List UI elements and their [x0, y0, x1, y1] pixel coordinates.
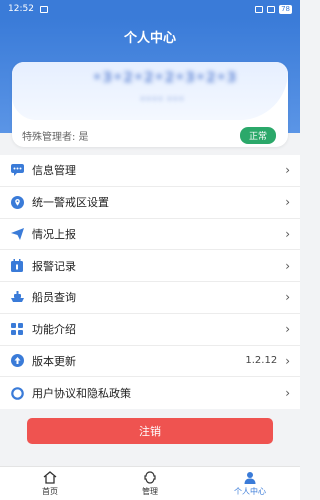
version-number: 1.2.12 — [245, 355, 278, 367]
menu-item-alert-zone-settings[interactable]: 统一警戒区设置 › — [0, 187, 300, 219]
tab-manage[interactable]: 管理 — [100, 467, 200, 500]
status-right: 78 — [255, 4, 292, 14]
page-title: 个人中心 — [123, 31, 176, 46]
menu-item-info-management[interactable]: 信息管理 › — [0, 155, 300, 187]
menu-label: 功能介绍 — [32, 323, 76, 337]
bottom-tab-bar: 首页 管理 个人中心 — [0, 466, 300, 500]
menu-label: 统一警戒区设置 — [32, 196, 109, 210]
status-time: 12:52 — [8, 4, 34, 14]
chevron-right-icon: › — [285, 386, 290, 401]
tab-label: 个人中心 — [234, 486, 266, 496]
logout-button[interactable]: 注销 — [27, 418, 273, 444]
admin-status-label: 特殊管理者: 是 — [22, 132, 89, 143]
chevron-right-icon: › — [285, 258, 290, 273]
profile-sub-blurred: •••• ••• — [139, 94, 185, 105]
location-pin-icon — [10, 195, 24, 209]
chevron-right-icon: › — [285, 322, 290, 337]
calendar-icon — [10, 259, 24, 273]
menu-item-report-situation[interactable]: 情况上报 › — [0, 219, 300, 251]
send-icon — [10, 227, 24, 241]
menu-item-feature-intro[interactable]: 功能介绍 › — [0, 314, 300, 346]
menu-item-crew-query[interactable]: 船员查询 › — [0, 282, 300, 314]
profile-card: •3•2•2•2•3•2•3 •••• ••• 特殊管理者: 是 正常 — [12, 62, 288, 147]
menu-item-version-update[interactable]: 版本更新 1.2.12 › — [0, 346, 300, 378]
menu-label: 信息管理 — [32, 164, 76, 178]
notification-icon — [39, 5, 48, 13]
status-badge: 正常 — [239, 127, 276, 144]
message-icon — [10, 163, 24, 177]
menu-item-alarm-records[interactable]: 报警记录 › — [0, 250, 300, 282]
menu-label: 情况上报 — [32, 227, 76, 241]
tab-home[interactable]: 首页 — [0, 467, 100, 500]
profile-name-blurred: •3•2•2•2•3•2•3 — [92, 70, 238, 86]
menu-label: 报警记录 — [32, 259, 76, 273]
home-icon — [43, 470, 57, 484]
menu-label: 用户协议和隐私政策 — [32, 387, 131, 401]
tab-label: 首页 — [42, 486, 58, 496]
chevron-right-icon: › — [285, 290, 290, 305]
manage-icon — [144, 470, 156, 484]
grid-icon — [10, 322, 24, 336]
chevron-right-icon: › — [285, 353, 290, 368]
status-bar: 12:52 78 — [0, 0, 300, 18]
upload-icon — [10, 354, 24, 368]
chevron-right-icon: › — [285, 163, 290, 178]
menu-label: 版本更新 — [32, 354, 76, 368]
menu-item-user-agreement-privacy[interactable]: 用户协议和隐私政策 › — [0, 377, 300, 409]
signal-icon — [267, 5, 276, 13]
menu-label: 船员查询 — [32, 291, 76, 305]
chevron-right-icon: › — [285, 195, 290, 210]
chevron-right-icon: › — [285, 226, 290, 241]
user-icon — [244, 471, 256, 484]
battery-icon: 78 — [279, 4, 292, 14]
alarm-icon — [255, 5, 264, 13]
ship-icon — [10, 290, 24, 304]
tab-profile[interactable]: 个人中心 — [200, 467, 300, 500]
circle-icon — [10, 386, 24, 400]
menu-list: 信息管理 › 统一警戒区设置 › 情况上报 › 报警记录 › 船员查询 › 功能… — [0, 155, 300, 409]
tab-label: 管理 — [142, 486, 158, 496]
